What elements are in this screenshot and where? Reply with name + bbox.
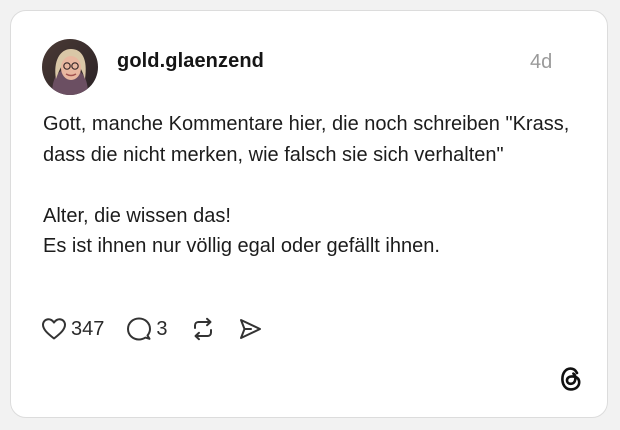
reply-count: 3	[156, 317, 168, 340]
post-timestamp: 4d	[530, 51, 553, 73]
post-paragraph: Gott, manche Kommentare hier, die noch s…	[43, 113, 570, 166]
reply-button[interactable]: 3	[126, 316, 168, 342]
post-body: Gott, manche Kommentare hier, die noch s…	[43, 109, 588, 262]
post-actions: 347 3	[41, 316, 263, 342]
like-button[interactable]: 347	[41, 317, 104, 341]
like-count: 347	[71, 317, 105, 340]
comment-bubble-icon	[126, 316, 152, 342]
post-card: gold.glaenzend 4d Gott, manche Kommentar…	[10, 10, 608, 418]
username[interactable]: gold.glaenzend	[117, 50, 264, 73]
send-icon	[237, 316, 263, 342]
share-button[interactable]	[237, 316, 263, 342]
avatar[interactable]	[42, 39, 98, 95]
post-paragraph: Alter, die wissen das! Es ist ihnen nur …	[43, 204, 440, 258]
heart-icon	[41, 317, 67, 341]
repost-icon	[190, 316, 216, 342]
threads-logo-icon	[558, 365, 584, 393]
repost-button[interactable]	[190, 316, 216, 342]
